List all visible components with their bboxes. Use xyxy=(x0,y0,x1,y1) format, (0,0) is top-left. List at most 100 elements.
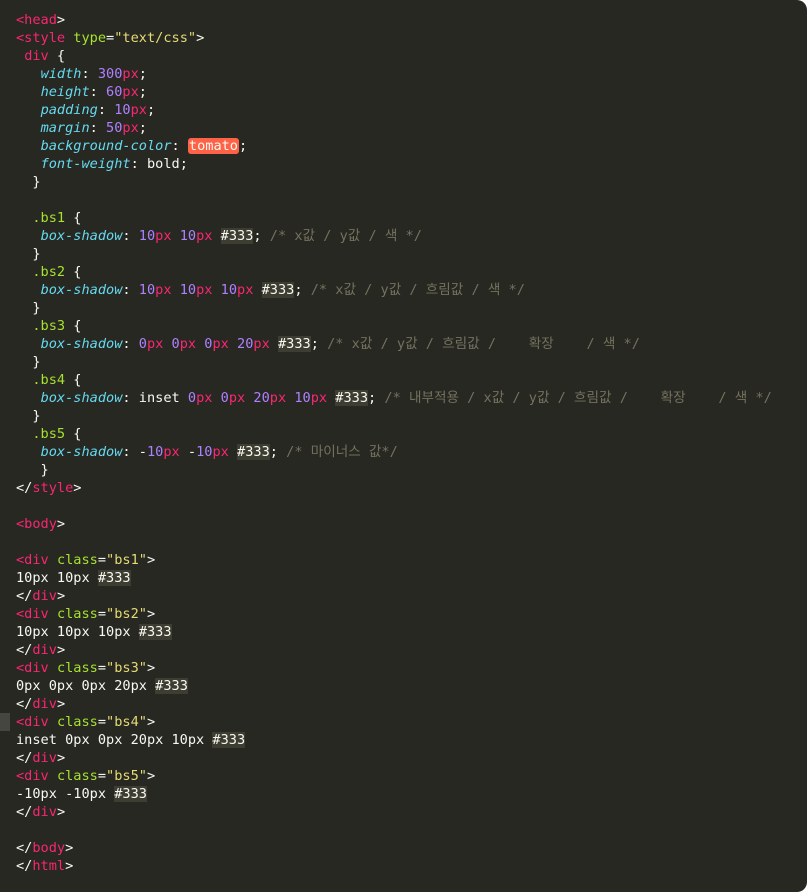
code-token: "bs1" xyxy=(106,552,147,568)
code-line[interactable]: </div> xyxy=(16,695,807,713)
code-token: px xyxy=(146,336,164,352)
code-line[interactable]: </html> xyxy=(16,857,807,875)
code-token: </ xyxy=(16,840,33,856)
code-line[interactable]: div { xyxy=(16,47,807,65)
code-line[interactable]: </div> xyxy=(16,587,807,605)
code-line[interactable] xyxy=(16,191,807,209)
code-token: </ xyxy=(16,858,33,874)
code-line[interactable]: box-shadow: 10px 10px 10px #333; /* x값 /… xyxy=(16,281,807,299)
code-line[interactable] xyxy=(16,821,807,839)
code-token: margin xyxy=(40,120,90,136)
code-line[interactable]: box-shadow: -10px -10px #333; /* 마이너스 값*… xyxy=(16,443,807,461)
code-line[interactable]: 10px 10px 10px #333 xyxy=(16,623,807,641)
code-line[interactable]: .bs4 { xyxy=(16,371,807,389)
code-line[interactable]: .bs1 { xyxy=(16,209,807,227)
code-line[interactable]: .bs5 { xyxy=(16,425,807,443)
code-line[interactable]: .bs2 { xyxy=(16,263,807,281)
code-line[interactable] xyxy=(16,533,807,551)
code-token: : xyxy=(171,138,188,154)
code-editor[interactable]: <head> <style type="text/css"> div { widt… xyxy=(0,0,807,892)
code-token: <div xyxy=(16,606,49,622)
code-token: ; xyxy=(269,444,287,460)
code-line[interactable]: } xyxy=(16,299,807,317)
code-line[interactable] xyxy=(16,497,807,515)
code-line[interactable]: <body> xyxy=(16,515,807,533)
code-token: .bs1 xyxy=(32,210,66,226)
code-line[interactable]: </style> xyxy=(16,479,807,497)
code-line[interactable]: </body> xyxy=(16,839,807,857)
code-line[interactable]: width: 300px; xyxy=(16,65,807,83)
code-line[interactable]: box-shadow: 10px 10px #333; /* x값 / y값 /… xyxy=(16,227,807,245)
code-token: px xyxy=(196,390,213,406)
code-line[interactable]: } xyxy=(16,245,807,263)
code-line[interactable]: 0px 0px 0px 20px #333 xyxy=(16,677,807,695)
code-line[interactable]: <style type="text/css"> xyxy=(16,29,807,47)
code-token: #333 xyxy=(261,282,295,298)
code-line[interactable]: <div class="bs4"> xyxy=(16,713,807,731)
code-line[interactable]: inset 0px 0px 20px 10px #333 xyxy=(16,731,807,749)
code-token: 10 xyxy=(179,228,197,244)
code-line[interactable]: </div> xyxy=(16,641,807,659)
code-token: > xyxy=(73,480,82,496)
code-line[interactable]: -10px -10px #333 xyxy=(16,785,807,803)
code-line[interactable]: font-weight: bold; xyxy=(16,155,807,173)
code-token: px xyxy=(196,282,213,298)
code-token: ; xyxy=(368,390,385,406)
code-token: "bs2" xyxy=(106,606,147,622)
code-token: 0 xyxy=(138,336,147,352)
code-token: </ xyxy=(16,588,33,604)
code-line[interactable]: </div> xyxy=(16,749,807,767)
code-token: : xyxy=(122,228,139,244)
code-line[interactable]: padding: 10px; xyxy=(16,101,807,119)
code-line[interactable]: <div class="bs2"> xyxy=(16,605,807,623)
code-line[interactable]: .bs3 { xyxy=(16,317,807,335)
code-line[interactable]: </div> xyxy=(16,803,807,821)
code-token: px xyxy=(122,84,139,100)
code-token: #333 xyxy=(97,570,131,586)
code-token: #333 xyxy=(335,390,369,406)
code-line[interactable]: box-shadow: 0px 0px 0px 20px #333; /* x값… xyxy=(16,335,807,353)
code-token: div xyxy=(32,750,57,766)
code-line[interactable]: <head> xyxy=(16,11,807,29)
code-token: { xyxy=(65,318,82,334)
code-line[interactable]: box-shadow: inset 0px 0px 20px 10px #333… xyxy=(16,389,807,407)
code-token: width xyxy=(40,66,82,82)
code-token: 20 xyxy=(253,390,270,406)
code-line[interactable]: margin: 50px; xyxy=(16,119,807,137)
code-token: 0 xyxy=(187,390,197,406)
code-token: box-shadow xyxy=(40,390,123,406)
code-line[interactable]: <div class="bs1"> xyxy=(16,551,807,569)
code-line[interactable]: height: 60px; xyxy=(16,83,807,101)
code-token: { xyxy=(48,48,66,64)
code-token: 10 xyxy=(196,444,213,460)
code-token: ; xyxy=(310,336,328,352)
code-line[interactable]: } xyxy=(16,173,807,191)
code-token: } xyxy=(16,246,41,262)
code-line[interactable]: } xyxy=(16,461,807,479)
code-token: > xyxy=(56,750,66,766)
code-line[interactable]: <div class="bs3"> xyxy=(16,659,807,677)
code-token: px xyxy=(269,390,287,406)
code-line[interactable]: <div class="bs5"> xyxy=(16,767,807,785)
code-token: html xyxy=(32,858,66,874)
code-token: px xyxy=(212,336,229,352)
code-token: class xyxy=(56,714,98,730)
code-line[interactable]: } xyxy=(16,353,807,371)
code-line[interactable]: background-color: tomato; xyxy=(16,137,807,155)
code-area[interactable]: <head> <style type="text/css"> div { widt… xyxy=(16,11,807,875)
code-line[interactable]: } xyxy=(16,407,807,425)
code-line[interactable]: 10px 10px #333 xyxy=(16,569,807,587)
code-token: > xyxy=(146,552,156,568)
code-token: ; xyxy=(294,282,311,298)
code-token: px xyxy=(228,390,246,406)
code-token: px xyxy=(163,444,180,460)
